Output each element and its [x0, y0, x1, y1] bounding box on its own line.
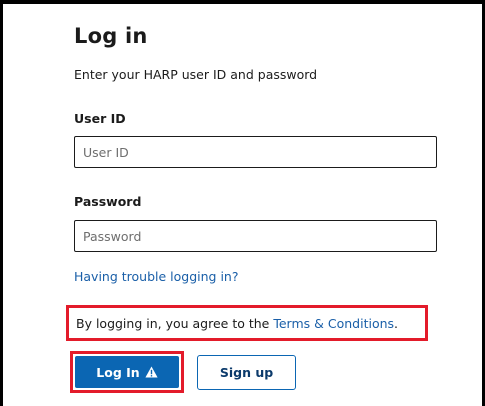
password-input[interactable] [74, 220, 437, 252]
signup-button[interactable]: Sign up [197, 355, 296, 390]
login-button[interactable]: Log In [75, 356, 179, 388]
warning-icon [145, 366, 158, 378]
user-id-input[interactable] [74, 136, 437, 168]
terms-agreement-highlight: By logging in, you agree to the Terms & … [66, 305, 428, 341]
password-label: Password [74, 194, 142, 209]
page-title: Log in [74, 24, 148, 48]
terms-agreement-text: By logging in, you agree to the [76, 316, 274, 331]
user-id-label: User ID [74, 111, 126, 126]
login-instructions: Enter your HARP user ID and password [74, 67, 318, 82]
login-panel: Log in Enter your HARP user ID and passw… [0, 0, 485, 406]
login-button-label: Log In [96, 364, 140, 380]
login-button-highlight: Log In [70, 351, 184, 393]
terms-conditions-link[interactable]: Terms & Conditions [273, 316, 394, 331]
trouble-logging-in-link[interactable]: Having trouble logging in? [74, 269, 239, 284]
terms-agreement-suffix: . [394, 316, 399, 331]
